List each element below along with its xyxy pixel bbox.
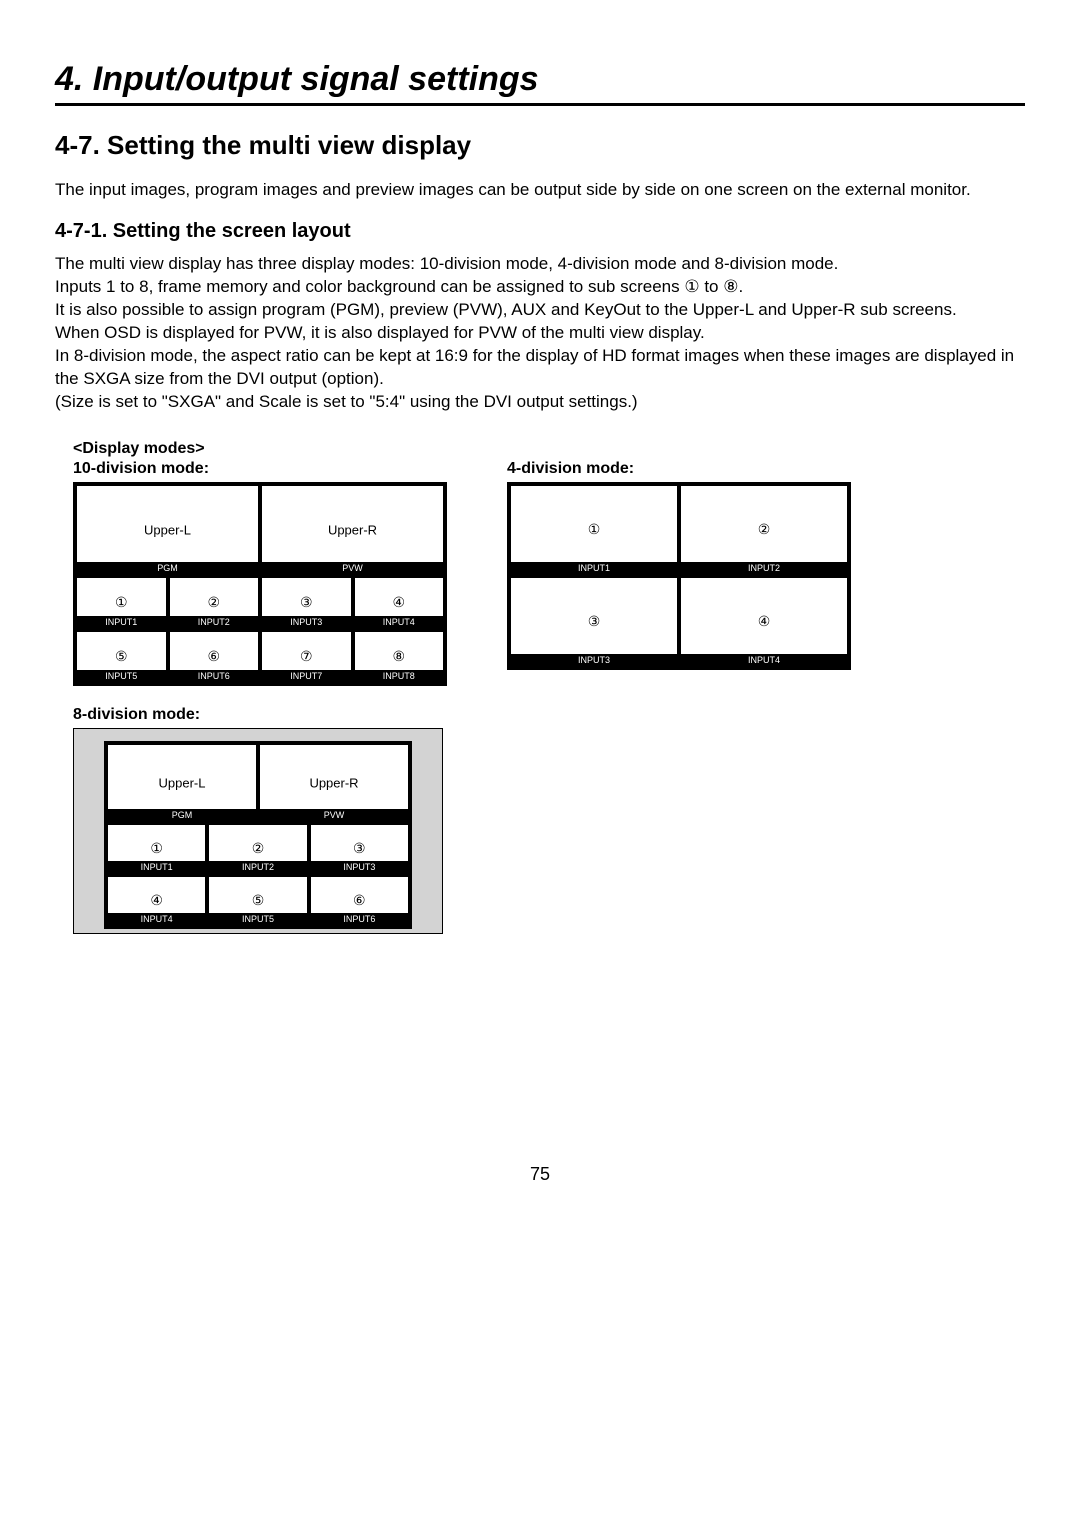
- chapter-rule: [55, 103, 1025, 106]
- cell-number: ⑥: [353, 892, 366, 909]
- cell-label: Upper-R: [260, 775, 408, 790]
- cell: ② INPUT2: [168, 576, 261, 630]
- cell-sublabel: INPUT8: [355, 670, 444, 682]
- cell: ① INPUT1: [106, 823, 207, 875]
- cell: ④ INPUT4: [679, 576, 849, 668]
- display-modes-heading: <Display modes>: [73, 440, 1025, 458]
- cell-upper-r: Upper-R PVW: [258, 743, 410, 823]
- body-line: The multi view display has three display…: [55, 253, 1025, 276]
- diagram-8div: Upper-L PGM Upper-R PVW ①INPUT1 ②INPUT2 …: [104, 741, 412, 929]
- body-line: It is also possible to assign program (P…: [55, 299, 1025, 322]
- cell-number: ②: [207, 594, 220, 611]
- cell-upper-l: Upper-L PGM: [75, 484, 260, 576]
- cell-number: ②: [252, 840, 265, 857]
- mode-10-division: 10-division mode: Upper-L PGM Upper-R PV…: [55, 460, 447, 686]
- cell-sublabel: PGM: [108, 809, 256, 821]
- cell-number: ①: [150, 840, 163, 857]
- mode-label: 4-division mode:: [507, 460, 851, 478]
- cell-number: ④: [392, 594, 405, 611]
- mode-label: 8-division mode:: [73, 706, 1025, 724]
- cell-sublabel: PVW: [262, 562, 443, 574]
- cell-sublabel: INPUT1: [77, 616, 166, 628]
- section-title: 4-7. Setting the multi view display: [55, 130, 1025, 161]
- cell-sublabel: INPUT3: [311, 861, 408, 873]
- cell-number: ④: [150, 892, 163, 909]
- diagram-10div: Upper-L PGM Upper-R PVW ①INPUT1 ②INPUT2 …: [73, 482, 447, 686]
- cell-sublabel: PGM: [77, 562, 258, 574]
- mode-4-division: 4-division mode: ① INPUT1 ② INPUT2 ③ INPUT3…: [507, 460, 851, 686]
- body-line: When OSD is displayed for PVW, it is als…: [55, 322, 1025, 345]
- cell-number: ④: [758, 613, 771, 630]
- cell-label: Upper-R: [262, 522, 443, 537]
- cell-sublabel: INPUT2: [170, 616, 259, 628]
- mode-label: 10-division mode:: [73, 460, 447, 478]
- cell: ⑥ INPUT6: [168, 630, 261, 684]
- page-number: 75: [55, 1164, 1025, 1185]
- body-text: to: [700, 277, 724, 296]
- cell: ③ INPUT3: [260, 576, 353, 630]
- cell-number: ③: [353, 840, 366, 857]
- diagram-4div: ① INPUT1 ② INPUT2 ③ INPUT3 ④ INPUT4: [507, 482, 851, 670]
- cell-number: ③: [300, 594, 313, 611]
- body-text: The multi view display has three display…: [55, 253, 1025, 414]
- cell: ④ INPUT4: [106, 875, 207, 927]
- cell-sublabel: INPUT2: [681, 562, 847, 574]
- cell-number: ⑦: [300, 648, 313, 665]
- cell-number: ⑥: [207, 648, 220, 665]
- cell-sublabel: INPUT7: [262, 670, 351, 682]
- cell-number: ①: [588, 521, 601, 538]
- body-line: Inputs 1 to 8, frame memory and color ba…: [55, 276, 1025, 299]
- cell-sublabel: INPUT3: [262, 616, 351, 628]
- cell-upper-l: Upper-L PGM: [106, 743, 258, 823]
- cell-sublabel: INPUT1: [108, 861, 205, 873]
- cell: ② INPUT2: [679, 484, 849, 576]
- cell-sublabel: INPUT5: [77, 670, 166, 682]
- cell-label: Upper-L: [77, 522, 258, 537]
- circled-number: ①: [684, 277, 699, 296]
- body-text: Inputs 1 to 8, frame memory and color ba…: [55, 277, 684, 296]
- cell-sublabel: INPUT2: [209, 861, 306, 873]
- cell-sublabel: INPUT4: [681, 654, 847, 666]
- cell-number: ⑤: [252, 892, 265, 909]
- cell-number: ②: [758, 521, 771, 538]
- cell: ② INPUT2: [207, 823, 308, 875]
- mode-8-division: 8-division mode: Upper-L PGM Upper-R PVW…: [55, 706, 1025, 934]
- cell: ⑧ INPUT8: [353, 630, 446, 684]
- cell-sublabel: INPUT6: [311, 913, 408, 925]
- cell-sublabel: INPUT4: [108, 913, 205, 925]
- diagram-8div-outer: Upper-L PGM Upper-R PVW ①INPUT1 ②INPUT2 …: [73, 728, 443, 934]
- cell-number: ①: [115, 594, 128, 611]
- cell-sublabel: INPUT3: [511, 654, 677, 666]
- cell: ⑦ INPUT7: [260, 630, 353, 684]
- body-text: .: [738, 277, 743, 296]
- body-line: (Size is set to "SXGA" and Scale is set …: [55, 391, 1025, 414]
- cell-sublabel: INPUT1: [511, 562, 677, 574]
- circled-number: ⑧: [723, 277, 738, 296]
- cell: ① INPUT1: [75, 576, 168, 630]
- cell-sublabel: INPUT4: [355, 616, 444, 628]
- body-line: In 8-division mode, the aspect ratio can…: [55, 345, 1025, 391]
- cell-sublabel: INPUT6: [170, 670, 259, 682]
- cell-sublabel: PVW: [260, 809, 408, 821]
- cell-upper-r: Upper-R PVW: [260, 484, 445, 576]
- cell: ⑥ INPUT6: [309, 875, 410, 927]
- cell: ③ INPUT3: [309, 823, 410, 875]
- chapter-title: 4. Input/output signal settings: [55, 60, 1025, 99]
- cell: ① INPUT1: [509, 484, 679, 576]
- cell-number: ⑧: [392, 648, 405, 665]
- cell-number: ③: [588, 613, 601, 630]
- cell: ⑤ INPUT5: [207, 875, 308, 927]
- cell-sublabel: INPUT5: [209, 913, 306, 925]
- cell-label: Upper-L: [108, 775, 256, 790]
- cell-number: ⑤: [115, 648, 128, 665]
- subsection-title: 4-7-1. Setting the screen layout: [55, 220, 1025, 243]
- cell: ⑤ INPUT5: [75, 630, 168, 684]
- cell: ③ INPUT3: [509, 576, 679, 668]
- cell: ④ INPUT4: [353, 576, 446, 630]
- intro-paragraph: The input images, program images and pre…: [55, 179, 1025, 202]
